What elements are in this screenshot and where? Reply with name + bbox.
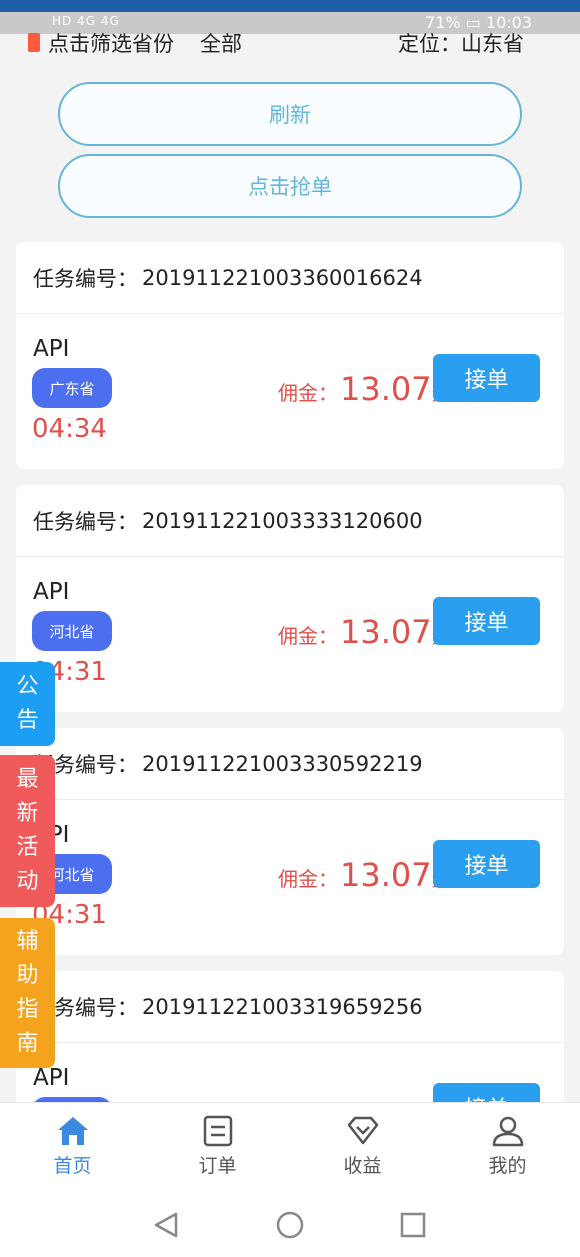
home-circle-icon: [276, 1211, 304, 1239]
recents-icon: [400, 1212, 426, 1238]
task-type: API: [33, 1065, 70, 1091]
diamond-icon: [347, 1116, 378, 1145]
commission-label: 佣金：: [278, 624, 338, 648]
commission: 佣金：13.07元: [278, 370, 452, 408]
commission: 佣金：13.07元: [278, 613, 452, 651]
system-nav-bar: [0, 1194, 580, 1257]
nav-earnings-label: 收益: [343, 1155, 382, 1177]
take-order-button[interactable]: 接单: [433, 597, 540, 645]
commission-label: 佣金：: [278, 381, 338, 405]
nav-home-label: 首页: [53, 1155, 92, 1177]
take-order-button[interactable]: 接单: [433, 840, 540, 888]
task-header: 任务编号： 201911221003333120600: [16, 485, 564, 557]
task-number-label: 任务编号：: [33, 509, 138, 534]
task-number: 201911221003319659256: [142, 994, 423, 1019]
task-number-label: 任务编号：: [33, 266, 138, 291]
system-nav-icons: [154, 1211, 426, 1239]
take-order-button[interactable]: 接单: [433, 354, 540, 402]
activity-tab-label: 最新活动: [16, 767, 39, 894]
task-number: 201911221003360016624: [142, 265, 423, 290]
nav-orders-label: 订单: [198, 1155, 237, 1177]
notice-tab[interactable]: 公告: [0, 662, 55, 746]
province-badge: 河北省: [32, 611, 112, 651]
task-type: API: [33, 579, 70, 605]
commission-amount: 13.07: [340, 613, 432, 651]
filter-row: 点击筛选省份 全部 定位：山东省: [0, 26, 580, 56]
back-icon: [154, 1212, 178, 1238]
commission-amount: 13.07: [340, 856, 432, 894]
task-timer: 04:34: [32, 414, 107, 444]
phone-icon: [28, 33, 40, 52]
task-card: 任务编号：201911221003330592219 API 河北省 04:31…: [16, 728, 564, 955]
notice-tab-label: 公告: [16, 674, 39, 733]
refresh-button[interactable]: 刷新: [58, 82, 522, 146]
home-icon: [57, 1117, 88, 1145]
grab-order-button[interactable]: 点击抢单: [58, 154, 522, 218]
province-filter[interactable]: 点击筛选省份: [48, 28, 174, 58]
commission: 佣金：13.07元: [278, 856, 452, 894]
commission-label: 佣金：: [278, 867, 338, 891]
task-card: 任务编号： 201911221003360016624 API 广东省 04:34…: [16, 242, 564, 469]
guide-tab[interactable]: 辅助指南: [0, 918, 55, 1068]
commission-amount: 13.07: [340, 370, 432, 408]
task-header: 任务编号： 201911221003319659256: [16, 971, 564, 1043]
province-badge: 广东省: [32, 368, 112, 408]
task-card: 任务编号： 201911221003333120600 API 河北省 04:31…: [16, 485, 564, 712]
guide-tab-label: 辅助指南: [16, 929, 39, 1056]
task-header: 任务编号： 201911221003360016624: [16, 242, 564, 314]
activity-tab[interactable]: 最新活动: [0, 755, 55, 907]
task-header: 任务编号： 201911221003330592219: [16, 728, 564, 800]
bottom-nav: 首页 订单 收益 我的: [0, 1102, 580, 1194]
location-label: 定位：山东省: [398, 32, 524, 56]
nav-mine[interactable]: 我的: [435, 1103, 580, 1195]
task-number: 201911221003333120600: [142, 508, 423, 533]
province-filter-value[interactable]: 全部: [200, 28, 242, 58]
task-type: API: [33, 336, 70, 362]
user-icon: [492, 1116, 523, 1147]
nav-orders[interactable]: 订单: [145, 1103, 290, 1195]
document-icon: [203, 1115, 232, 1147]
task-number: 201911221003330592219: [142, 751, 423, 776]
nav-home[interactable]: 首页: [0, 1103, 145, 1195]
nav-mine-label: 我的: [488, 1155, 527, 1177]
nav-earnings[interactable]: 收益: [290, 1103, 435, 1195]
